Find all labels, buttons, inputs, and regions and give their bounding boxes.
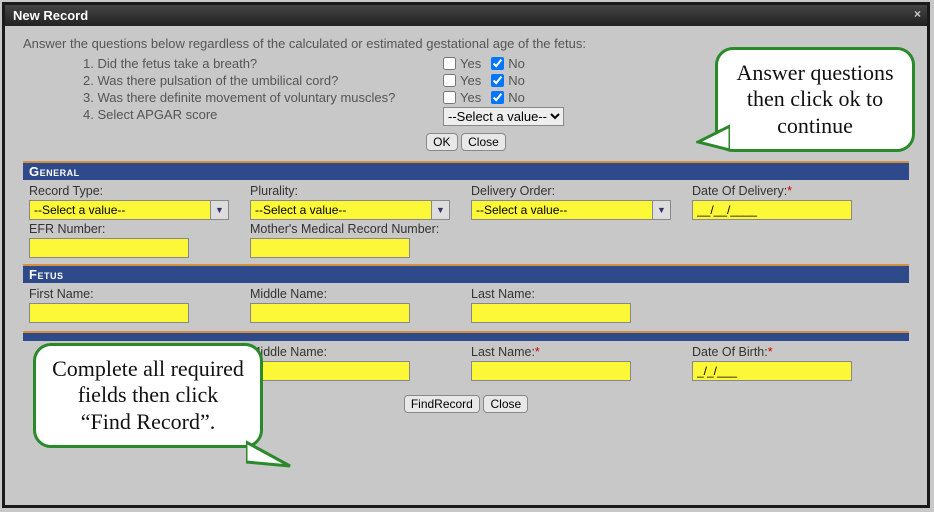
callout-answer-questions: Answer questions then click ok to contin… [715, 47, 915, 152]
mother-middle-input[interactable] [250, 361, 410, 381]
yes-label: Yes [460, 73, 481, 88]
q1-no-checkbox[interactable] [491, 57, 504, 70]
close-icon[interactable]: × [914, 7, 921, 21]
mmrn-label: Mother's Medical Record Number: [250, 222, 682, 236]
ok-button[interactable]: OK [426, 133, 457, 151]
chevron-down-icon: ▼ [652, 201, 670, 219]
section-general-header: General [23, 161, 909, 180]
no-label: No [508, 73, 525, 88]
mother-last-input[interactable] [471, 361, 631, 381]
record-type-label: Record Type: [29, 184, 240, 198]
close-button[interactable]: Close [461, 133, 506, 151]
date-of-delivery-label: Date Of Delivery:* [692, 184, 903, 198]
callout1-text: Answer questions then click ok to contin… [736, 60, 893, 138]
general-form: Record Type: --Select a value-- ▼ Plural… [23, 180, 909, 264]
q1-yes-checkbox[interactable] [443, 57, 456, 70]
fetus-form: First Name: Middle Name: Last Name: [23, 283, 909, 331]
chevron-down-icon: ▼ [210, 201, 228, 219]
record-type-value: --Select a value-- [34, 203, 125, 217]
yes-label: Yes [460, 90, 481, 105]
fetus-first-label: First Name: [29, 287, 240, 301]
mother-dob-label: Date Of Birth:* [692, 345, 903, 359]
callout-tail-icon [696, 120, 730, 160]
q2-yes-checkbox[interactable] [443, 74, 456, 87]
mother-dob-input[interactable] [692, 361, 852, 381]
q2-no-checkbox[interactable] [491, 74, 504, 87]
fetus-middle-label: Middle Name: [250, 287, 461, 301]
section-mother-divider [23, 331, 909, 341]
record-type-select[interactable]: --Select a value-- ▼ [29, 200, 229, 220]
delivery-order-label: Delivery Order: [471, 184, 682, 198]
window-title: New Record [13, 8, 88, 23]
date-of-delivery-input[interactable] [692, 200, 852, 220]
apgar-select[interactable]: --Select a value-- [443, 107, 564, 126]
delivery-order-value: --Select a value-- [476, 203, 567, 217]
mmrn-input[interactable] [250, 238, 410, 258]
mother-last-label: Last Name:* [471, 345, 682, 359]
yes-label: Yes [460, 56, 481, 71]
plurality-label: Plurality: [250, 184, 461, 198]
q3-no-checkbox[interactable] [491, 91, 504, 104]
plurality-select[interactable]: --Select a value-- ▼ [250, 200, 450, 220]
question-2-text: 2. Was there pulsation of the umbilical … [23, 73, 443, 88]
fetus-middle-input[interactable] [250, 303, 410, 323]
no-label: No [508, 90, 525, 105]
efr-label: EFR Number: [29, 222, 240, 236]
callout-tail-icon [246, 436, 292, 472]
efr-input[interactable] [29, 238, 189, 258]
findrecord-button[interactable]: FindRecord [404, 395, 480, 413]
question-4-text: 4. Select APGAR score [23, 107, 443, 126]
q3-yes-checkbox[interactable] [443, 91, 456, 104]
no-label: No [508, 56, 525, 71]
plurality-value: --Select a value-- [255, 203, 346, 217]
fetus-last-label: Last Name: [471, 287, 682, 301]
titlebar: New Record × [5, 5, 927, 26]
close-button-2[interactable]: Close [483, 395, 528, 413]
delivery-order-select[interactable]: --Select a value-- ▼ [471, 200, 671, 220]
question-3-text: 3. Was there definite movement of volunt… [23, 90, 443, 105]
window: New Record × Answer the questions below … [2, 2, 930, 508]
section-fetus-header: Fetus [23, 264, 909, 283]
question-1-text: 1. Did the fetus take a breath? [23, 56, 443, 71]
mother-middle-label: Middle Name: [250, 345, 461, 359]
callout2-text: Complete all required fields then click … [52, 356, 244, 434]
fetus-last-input[interactable] [471, 303, 631, 323]
fetus-first-input[interactable] [29, 303, 189, 323]
chevron-down-icon: ▼ [431, 201, 449, 219]
callout-complete-fields: Complete all required fields then click … [33, 343, 263, 448]
